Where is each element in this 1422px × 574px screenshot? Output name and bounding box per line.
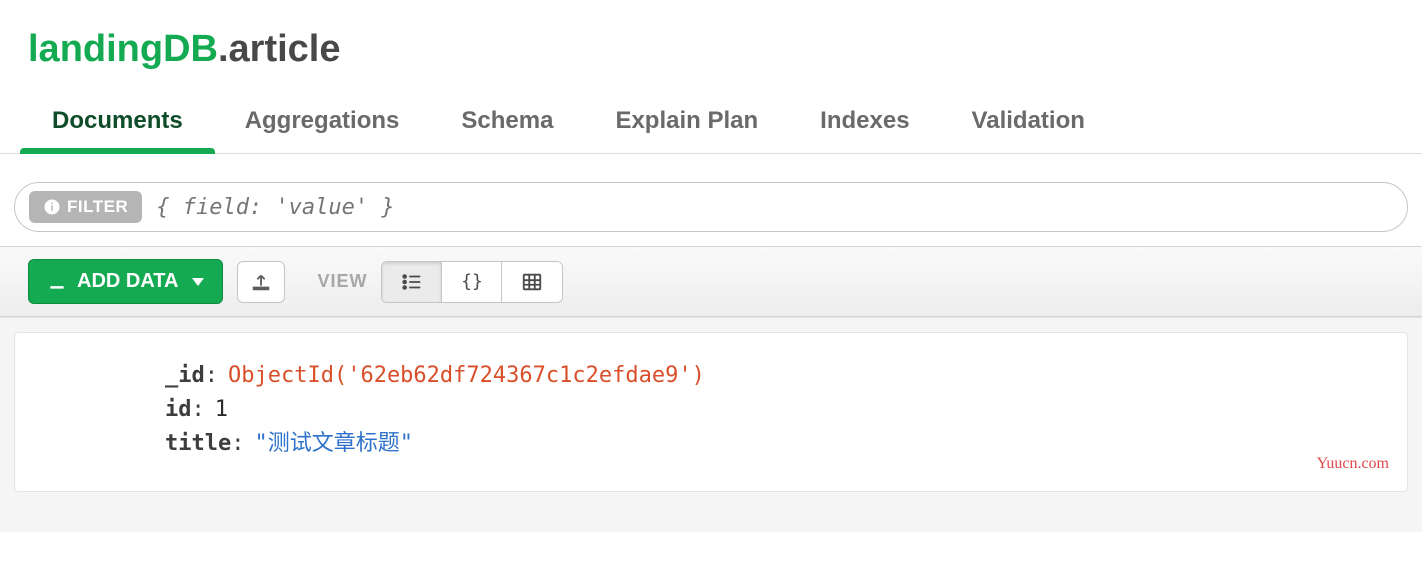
chevron-down-icon (192, 278, 204, 286)
tab-aggregations[interactable]: Aggregations (245, 91, 400, 153)
field-key: id (165, 393, 192, 427)
filter-input[interactable] (156, 195, 1393, 220)
tab-explain-plan[interactable]: Explain Plan (615, 91, 758, 153)
namespace-header: landingDB.article (0, 0, 1422, 91)
braces-icon: {} (461, 271, 483, 292)
documents-area: _id: ObjectId('62eb62df724367c1c2efdae9'… (0, 317, 1422, 532)
collection-name: .article (218, 28, 341, 70)
field-value-number: 1 (215, 393, 228, 427)
tab-indexes[interactable]: Indexes (820, 91, 909, 153)
filter-bar: FILTER (0, 154, 1422, 246)
field-key: title (165, 427, 231, 461)
document-field-row: _id: ObjectId('62eb62df724367c1c2efdae9'… (165, 359, 1379, 393)
view-json-button[interactable]: {} (442, 262, 502, 302)
list-icon (401, 271, 423, 293)
field-value-objectid: ObjectId('62eb62df724367c1c2efdae9') (228, 359, 705, 393)
toolbar: ADD DATA VIEW {} (0, 246, 1422, 317)
filter-container: FILTER (14, 182, 1408, 232)
field-value-string: "测试文章标题" (254, 427, 413, 461)
document-field-row: title: "测试文章标题" (165, 427, 1379, 461)
document-field-row: id: 1 (165, 393, 1379, 427)
tabs-bar: Documents Aggregations Schema Explain Pl… (0, 91, 1422, 154)
tab-documents[interactable]: Documents (52, 91, 183, 153)
document-card[interactable]: _id: ObjectId('62eb62df724367c1c2efdae9'… (14, 332, 1408, 492)
import-button[interactable] (237, 261, 285, 303)
add-data-button[interactable]: ADD DATA (28, 259, 223, 304)
table-icon (521, 271, 543, 293)
view-list-button[interactable] (382, 262, 442, 302)
view-mode-group: {} (381, 261, 563, 303)
watermark: Yuucn.com (1317, 452, 1389, 477)
info-icon (43, 198, 61, 216)
filter-label-text: FILTER (67, 197, 128, 217)
view-label: VIEW (317, 271, 367, 292)
upload-icon (250, 271, 272, 293)
database-name: landingDB (28, 28, 218, 70)
view-table-button[interactable] (502, 262, 562, 302)
namespace-title: landingDB.article (28, 28, 1394, 71)
field-key: _id (165, 359, 205, 393)
tab-schema[interactable]: Schema (461, 91, 553, 153)
download-icon (47, 272, 67, 292)
add-data-label: ADD DATA (77, 270, 178, 293)
tab-validation[interactable]: Validation (972, 91, 1085, 153)
filter-label-pill[interactable]: FILTER (29, 191, 142, 223)
